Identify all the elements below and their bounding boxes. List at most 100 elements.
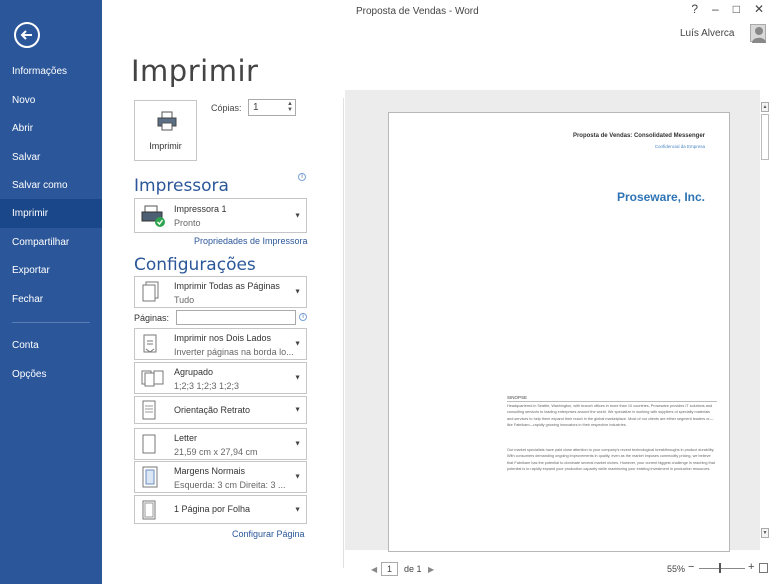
user-icon	[752, 27, 766, 43]
backstage-sidebar: Informações Novo Abrir Salvar Salvar com…	[0, 0, 102, 584]
settings-heading: Configurações	[134, 255, 256, 275]
minimize-button[interactable]: –	[712, 2, 719, 16]
margins-select[interactable]: Margens Normais Esquerda: 3 cm Direita: …	[134, 461, 307, 493]
sidebar-item-novo[interactable]: Novo	[0, 86, 102, 115]
zoom-slider-thumb[interactable]	[719, 563, 721, 573]
help-button[interactable]: ?	[691, 2, 698, 16]
printer-info-icon[interactable]: i	[298, 173, 306, 181]
sheet-icon	[142, 500, 156, 519]
orientation-label: Orientação Retrato	[174, 405, 251, 415]
chevron-down-icon: ▼	[294, 506, 301, 513]
page-count: de 1	[404, 564, 422, 574]
sidebar-item-compartilhar[interactable]: Compartilhar	[0, 228, 102, 257]
print-button[interactable]: Imprimir	[134, 100, 197, 161]
doc-company-name: Proseware, Inc.	[616, 190, 705, 204]
collate-icon	[141, 370, 164, 387]
next-page-button[interactable]: ▶	[428, 565, 434, 574]
scroll-down-arrow[interactable]: ▼	[761, 528, 769, 538]
preview-scrollbar[interactable]: ▲ ▼	[760, 100, 770, 540]
zoom-out-button[interactable]: −	[688, 561, 694, 573]
duplex-icon	[143, 334, 157, 353]
paper-line1: Letter	[174, 433, 198, 443]
close-button[interactable]: ✕	[754, 2, 764, 16]
preview-page: Proposta de Vendas: Consolidated Messeng…	[388, 112, 730, 552]
margins-line1: Margens Normais	[174, 466, 246, 476]
zoom-slider[interactable]	[699, 568, 745, 569]
pages-info-icon[interactable]: i	[299, 313, 307, 321]
panel-divider	[343, 98, 344, 568]
current-page-input[interactable]: 1	[381, 562, 398, 576]
back-button[interactable]	[14, 22, 40, 48]
sidebar-item-conta[interactable]: Conta	[0, 331, 102, 360]
printer-status: Pronto	[174, 218, 201, 228]
print-range-line1: Imprimir Todas as Páginas	[174, 281, 280, 291]
chevron-down-icon: ▼	[294, 374, 301, 382]
paper-size-select[interactable]: Letter 21,59 cm x 27,94 cm ▼	[134, 428, 307, 460]
printer-name: Impressora 1	[174, 204, 227, 214]
copies-label: Cópias:	[211, 103, 242, 113]
doc-header-subtitle: Confidencial da Empresa	[654, 144, 705, 149]
printer-select[interactable]: Impressora 1 Pronto ▼	[134, 198, 307, 233]
margins-icon	[142, 466, 158, 488]
sidebar-item-abrir[interactable]: Abrir	[0, 114, 102, 143]
chevron-down-icon: ▼	[294, 440, 301, 448]
copies-value: 1	[253, 102, 259, 113]
pages-input[interactable]	[176, 310, 296, 325]
chevron-down-icon: ▼	[294, 406, 301, 414]
zoom-to-page-icon[interactable]	[759, 563, 768, 573]
collation-line2: 1;2;3 1;2;3 1;2;3	[174, 381, 240, 391]
doc-paragraph-2: Our market specialists have paid close a…	[507, 448, 715, 471]
paper-line2: 21,59 cm x 27,94 cm	[174, 447, 258, 457]
portrait-icon	[142, 400, 156, 420]
page-setup-link[interactable]: Configurar Página	[232, 529, 305, 539]
paper-icon	[142, 434, 156, 454]
sidebar-item-opcoes[interactable]: Opções	[0, 360, 102, 389]
scroll-thumb[interactable]	[761, 114, 769, 160]
zoom-in-button[interactable]: +	[748, 561, 754, 573]
scroll-up-arrow[interactable]: ▲	[761, 102, 769, 112]
sidebar-item-fechar[interactable]: Fechar	[0, 285, 102, 314]
duplex-select[interactable]: Imprimir nos Dois Lados Inverter páginas…	[134, 328, 307, 360]
restore-button[interactable]: □	[733, 2, 740, 16]
user-name[interactable]: Luís Alverca	[680, 28, 734, 39]
duplex-line1: Imprimir nos Dois Lados	[174, 333, 272, 343]
copies-spin-buttons[interactable]: ▲ ▼	[287, 101, 293, 113]
sidebar-item-salvar-como[interactable]: Salvar como	[0, 171, 102, 200]
printer-icon	[157, 111, 177, 131]
pages-label: Páginas:	[134, 313, 170, 323]
back-arrow-icon	[20, 30, 32, 40]
doc-section-rule	[507, 401, 717, 402]
margins-line2: Esquerda: 3 cm Direita: 3 ...	[174, 480, 286, 490]
print-range-select[interactable]: Imprimir Todas as Páginas Tudo ▼	[134, 276, 307, 308]
orientation-select[interactable]: Orientação Retrato ▼	[134, 396, 307, 424]
sidebar-item-exportar[interactable]: Exportar	[0, 256, 102, 285]
pages-icon	[142, 281, 159, 302]
printer-properties-link[interactable]: Propriedades de Impressora	[194, 236, 308, 246]
pages-per-sheet-select[interactable]: 1 Página por Folha ▼	[134, 495, 307, 524]
collation-line1: Agrupado	[174, 367, 214, 377]
pages-per-sheet-label: 1 Página por Folha	[174, 504, 251, 514]
chevron-down-icon: ▼	[294, 212, 301, 219]
doc-paragraph-1: Headquartered in Seattle, Washington, wi…	[507, 404, 714, 427]
print-button-label: Imprimir	[149, 141, 182, 151]
printer-ready-icon	[141, 205, 165, 227]
print-range-line2: Tudo	[174, 295, 195, 305]
chevron-down-icon: ▼	[294, 340, 301, 348]
sidebar-item-imprimir[interactable]: Imprimir	[0, 199, 102, 228]
doc-header-title: Proposta de Vendas: Consolidated Messeng…	[572, 133, 705, 139]
sidebar-divider	[12, 322, 90, 323]
zoom-level[interactable]: 55%	[667, 564, 685, 574]
page-title: Imprimir	[131, 54, 259, 88]
collation-select[interactable]: Agrupado 1;2;3 1;2;3 1;2;3 ▼	[134, 362, 307, 394]
printer-heading: Impressora	[134, 176, 229, 196]
chevron-down-icon: ▼	[294, 288, 301, 296]
previous-page-button[interactable]: ◀	[371, 565, 377, 574]
sidebar-item-informacoes[interactable]: Informações	[0, 57, 102, 86]
avatar[interactable]	[750, 24, 766, 43]
window-controls: ? – □ ✕	[691, 2, 764, 16]
duplex-line2: Inverter páginas na borda lo...	[174, 347, 294, 357]
window-title: Proposta de Vendas - Word	[356, 6, 479, 17]
copies-stepper[interactable]: 1 ▲ ▼	[248, 99, 296, 116]
sidebar-item-salvar[interactable]: Salvar	[0, 143, 102, 172]
doc-section-label: SINOPSE	[507, 395, 528, 400]
